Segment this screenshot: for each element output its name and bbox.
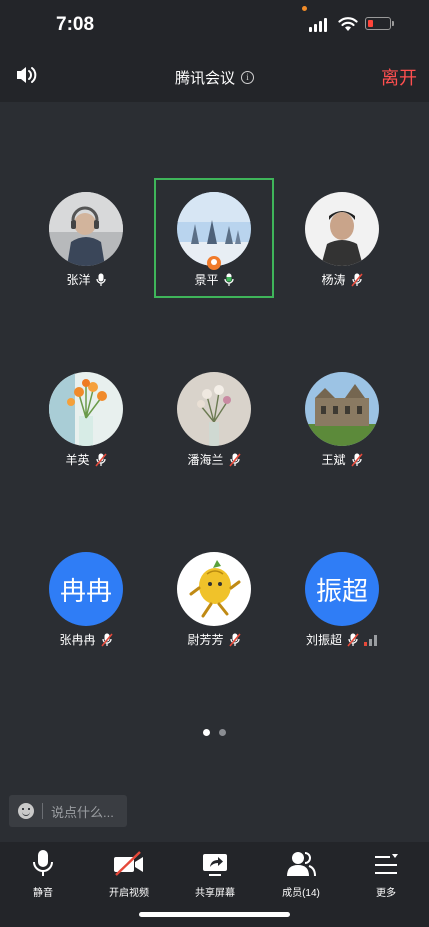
- participant-name: 尉芳芳: [187, 633, 224, 647]
- participant-name: 杨涛: [321, 273, 346, 287]
- microphone-muted-icon: [350, 272, 363, 287]
- participant-avatar: [49, 372, 123, 446]
- share-screen-button[interactable]: 共享屏幕: [172, 848, 258, 899]
- participant-avatar: [305, 372, 379, 446]
- participant-name: 景平: [194, 273, 219, 287]
- meeting-header: 腾讯会议 i 离开: [0, 50, 429, 102]
- participant-name-row: 羊英: [26, 451, 146, 468]
- members-button[interactable]: 成员(14): [258, 848, 344, 899]
- leave-button[interactable]: 离开: [381, 64, 417, 90]
- battery-icon: [365, 17, 391, 30]
- share-screen-icon: [203, 854, 227, 876]
- mute-button[interactable]: 静音: [0, 848, 86, 899]
- page-dot-active[interactable]: [203, 729, 210, 736]
- mute-label: 静音: [33, 888, 53, 899]
- share-screen-label: 共享屏幕: [195, 888, 235, 899]
- start-video-button[interactable]: 开启视频: [86, 848, 172, 899]
- microphone-muted-icon: [94, 452, 107, 467]
- participant-tile[interactable]: 冉冉 张冉冉: [26, 538, 146, 658]
- members-icon: [287, 852, 316, 877]
- participant-name: 王斌: [321, 453, 346, 467]
- microphone-icon: [33, 850, 53, 876]
- home-indicator[interactable]: [139, 912, 290, 917]
- status-bar: 7:08: [0, 0, 429, 50]
- meeting-title[interactable]: 腾讯会议 i: [0, 67, 429, 88]
- microphone-muted-icon: [347, 632, 359, 647]
- participant-name: 张冉冉: [59, 633, 96, 647]
- more-label: 更多: [376, 888, 396, 899]
- microphone-muted-icon: [100, 632, 113, 647]
- participant-avatar: [177, 552, 251, 626]
- participant-name-row: 潘海兰: [154, 451, 274, 468]
- chat-input-bar[interactable]: 说点什么...: [9, 795, 127, 827]
- participant-tile[interactable]: 张洋: [26, 178, 146, 298]
- participant-name: 潘海兰: [187, 453, 224, 467]
- emoji-icon[interactable]: [18, 803, 34, 819]
- participant-avatar: [305, 192, 379, 266]
- participant-tile[interactable]: 振超 刘振超: [282, 538, 402, 658]
- participant-name-row: 景平: [156, 271, 272, 288]
- microphone-speaking-icon: [223, 273, 234, 286]
- participant-tile[interactable]: 王斌: [282, 358, 402, 478]
- participant-avatar: [177, 192, 251, 266]
- microphone-muted-icon: [228, 632, 241, 647]
- members-label: 成员(14): [282, 888, 320, 899]
- wifi-icon: [338, 17, 358, 31]
- participant-tile-active-speaker[interactable]: 景平: [154, 178, 274, 298]
- chat-divider: [42, 803, 43, 819]
- participant-tile[interactable]: 潘海兰: [154, 358, 274, 478]
- battery-cap: [392, 21, 394, 26]
- meeting-title-text: 腾讯会议: [174, 70, 235, 87]
- page-dot[interactable]: [219, 729, 226, 736]
- microphone-muted-icon: [350, 452, 363, 467]
- participant-name: 羊英: [65, 453, 90, 467]
- more-button[interactable]: 更多: [343, 848, 429, 899]
- cellular-signal-icon: [309, 18, 329, 32]
- start-video-label: 开启视频: [109, 888, 149, 899]
- participant-avatar-initials: 冉冉: [49, 552, 123, 626]
- video-off-icon: [114, 851, 143, 876]
- participant-name-row: 王斌: [282, 451, 402, 468]
- more-menu-icon: [375, 854, 398, 874]
- privacy-indicator-dot: [302, 6, 307, 11]
- participant-name: 张洋: [66, 273, 91, 287]
- participant-avatar: [49, 192, 123, 266]
- chat-placeholder[interactable]: 说点什么...: [51, 802, 114, 821]
- participant-name-row: 杨涛: [282, 271, 402, 288]
- participant-tile[interactable]: 尉芳芳: [154, 538, 274, 658]
- status-time: 7:08: [56, 14, 95, 35]
- microphone-icon: [95, 273, 106, 286]
- participant-name-row: 尉芳芳: [154, 631, 274, 648]
- participant-tile[interactable]: 杨涛: [282, 178, 402, 298]
- participant-avatar-initials: 振超: [305, 552, 379, 626]
- page-indicator: [0, 729, 429, 736]
- participant-name: 刘振超: [305, 633, 342, 647]
- participant-name-row: 刘振超: [282, 631, 402, 648]
- participant-name-row: 张洋: [26, 271, 146, 288]
- microphone-muted-icon: [228, 452, 241, 467]
- participant-name-row: 张冉冉: [26, 631, 146, 648]
- info-icon[interactable]: i: [241, 71, 254, 84]
- participant-tile[interactable]: 羊英: [26, 358, 146, 478]
- host-badge-icon: [207, 256, 221, 270]
- network-signal-icon: [364, 634, 377, 646]
- participant-avatar: [177, 372, 251, 446]
